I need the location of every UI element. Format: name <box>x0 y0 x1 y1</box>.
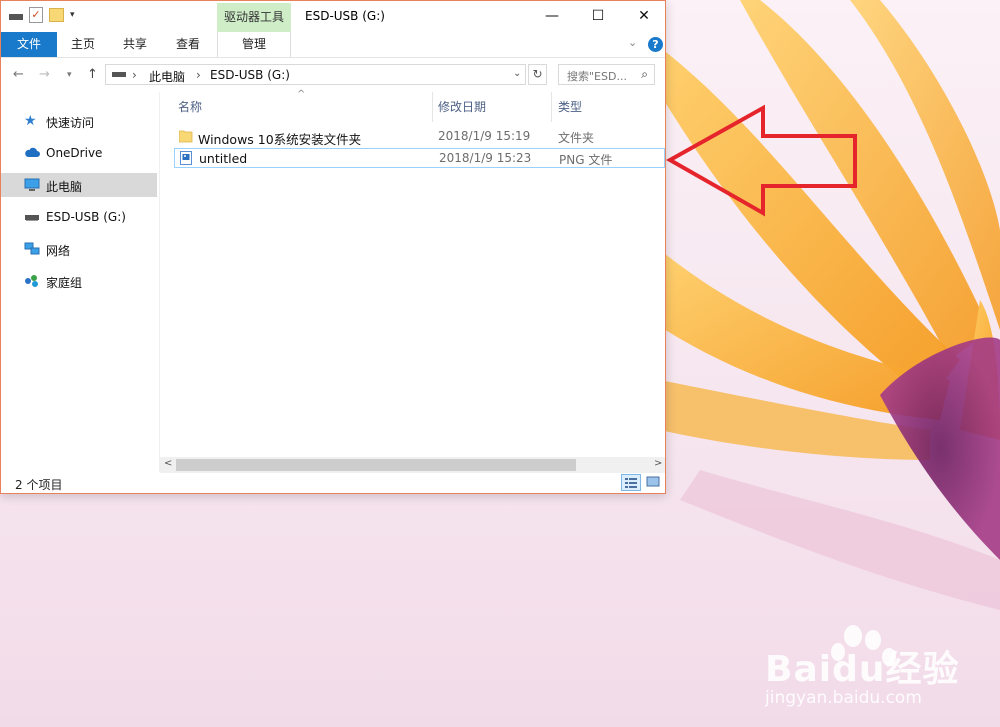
minimize-button[interactable]: — <box>529 1 575 32</box>
file-row-folder[interactable]: Windows 10系统安装文件夹 2018/1/9 15:19 文件夹 <box>174 127 665 147</box>
sidebar-item-label: 快速访问 <box>46 116 95 130</box>
new-folder-icon[interactable] <box>49 8 64 22</box>
tab-manage[interactable]: 管理 <box>217 32 291 57</box>
up-arrow-icon[interactable]: ↑ <box>87 67 98 82</box>
address-history-chevron-icon[interactable]: ⌄ <box>513 68 521 79</box>
file-row-png[interactable]: untitled 2018/1/9 15:23 PNG 文件 <box>174 148 665 168</box>
maximize-button[interactable]: ☐ <box>575 1 621 32</box>
star-icon: ★ <box>24 113 37 129</box>
column-header-type[interactable]: 类型 <box>558 92 582 122</box>
navigation-pane: ★ 快速访问 OneDrive 此电脑 ESD-USB (G:) 网络 家庭组 <box>1 92 160 472</box>
sort-ascending-icon: ^ <box>297 89 306 100</box>
item-count: 2 个项目 <box>15 478 63 492</box>
breadcrumb-separator-icon: › <box>132 68 137 82</box>
file-name: untitled <box>199 151 248 166</box>
file-name: Windows 10系统安装文件夹 <box>198 132 362 147</box>
sidebar-item-label: ESD-USB (G:) <box>46 210 126 224</box>
explorer-window: ✓ ▾ 驱动器工具 ESD-USB (G:) — ☐ ✕ 文件 主页 共享 查看… <box>0 0 666 494</box>
sidebar-item-esd-usb[interactable]: ESD-USB (G:) <box>1 205 157 229</box>
breadcrumb-this-pc[interactable]: 此电脑 <box>149 68 185 85</box>
drive-icon[interactable] <box>9 14 23 20</box>
horizontal-scrollbar[interactable]: < > <box>160 457 665 473</box>
column-header-name[interactable]: 名称 <box>178 92 202 122</box>
folder-icon <box>178 129 193 144</box>
computer-icon <box>24 178 40 192</box>
sidebar-item-label: 家庭组 <box>46 276 83 290</box>
network-icon <box>24 242 40 256</box>
breadcrumb-separator-icon: › <box>196 68 201 82</box>
large-icons-view-button[interactable] <box>644 474 664 491</box>
tab-file[interactable]: 文件 <box>1 32 57 57</box>
file-list-view: ^ 名称 修改日期 类型 Windows 10系统安装文件夹 2018/1/9 … <box>160 89 665 457</box>
search-icon: ⌕ <box>641 67 648 81</box>
baidu-watermark: Baidu经验 jingyan.baidu.com <box>765 640 960 708</box>
window-title: ESD-USB (G:) <box>305 9 385 23</box>
sidebar-item-quick-access[interactable]: ★ 快速访问 <box>1 109 157 133</box>
scroll-left-arrow-icon[interactable]: < <box>164 458 172 469</box>
customize-dropdown-icon[interactable]: ▾ <box>70 10 75 20</box>
cloud-icon <box>24 146 40 160</box>
title-bar: ✓ ▾ 驱动器工具 ESD-USB (G:) — ☐ ✕ <box>1 1 665 32</box>
ribbon-tabs: 文件 主页 共享 查看 管理 ⌄ ? <box>1 32 665 58</box>
sidebar-item-label: 此电脑 <box>46 180 83 194</box>
forward-arrow-icon[interactable]: → <box>39 67 50 82</box>
usb-drive-icon <box>24 210 40 224</box>
column-divider[interactable] <box>551 92 552 122</box>
status-bar: 2 个项目 <box>1 473 665 493</box>
help-button[interactable]: ? <box>648 37 663 52</box>
search-placeholder: 搜索"ESD... <box>567 70 627 83</box>
drive-icon <box>112 72 126 77</box>
sidebar-item-network[interactable]: 网络 <box>1 237 157 261</box>
column-header-date-modified[interactable]: 修改日期 <box>438 92 486 122</box>
homegroup-icon <box>24 274 40 288</box>
close-button[interactable]: ✕ <box>621 1 667 32</box>
tab-home[interactable]: 主页 <box>61 32 105 57</box>
ribbon-expand-chevron-icon[interactable]: ⌄ <box>628 36 637 49</box>
sidebar-item-onedrive[interactable]: OneDrive <box>1 141 157 165</box>
file-date-modified: 2018/1/9 15:23 <box>439 151 532 165</box>
file-date-modified: 2018/1/9 15:19 <box>438 129 531 143</box>
recent-locations-dropdown-icon[interactable]: ▾ <box>67 70 72 80</box>
file-type: PNG 文件 <box>559 153 613 167</box>
back-arrow-icon[interactable]: ← <box>13 67 24 82</box>
png-file-icon <box>180 151 193 166</box>
properties-check-icon[interactable]: ✓ <box>29 7 43 23</box>
file-type: 文件夹 <box>558 131 595 145</box>
quick-access-toolbar: ✓ ▾ <box>9 7 75 23</box>
sidebar-item-this-pc[interactable]: 此电脑 <box>1 173 157 197</box>
sidebar-item-label: 网络 <box>46 244 71 258</box>
scroll-right-arrow-icon[interactable]: > <box>654 458 662 469</box>
tab-share[interactable]: 共享 <box>113 32 157 57</box>
details-view-icon <box>625 478 637 488</box>
watermark-brand: Baidu经验 <box>765 649 960 690</box>
watermark-url: jingyan.baidu.com <box>765 688 922 708</box>
scrollbar-thumb[interactable] <box>176 459 576 471</box>
sidebar-item-label: OneDrive <box>46 146 103 160</box>
column-divider[interactable] <box>432 92 433 122</box>
refresh-button[interactable]: ↻ <box>528 64 547 85</box>
large-icons-view-icon <box>646 476 660 487</box>
tab-view[interactable]: 查看 <box>166 32 210 57</box>
details-view-button[interactable] <box>621 474 641 491</box>
breadcrumb-drive[interactable]: ESD-USB (G:) <box>210 68 290 82</box>
navigation-bar: ← → ▾ ↑ › 此电脑 › ESD-USB (G:) ⌄ ↻ 搜索"ESD.… <box>1 58 665 91</box>
address-bar[interactable]: › 此电脑 › ESD-USB (G:) ⌄ <box>105 64 526 85</box>
drive-tools-context-label: 驱动器工具 <box>217 3 291 32</box>
search-input[interactable]: 搜索"ESD... ⌕ <box>558 64 655 85</box>
sidebar-item-homegroup[interactable]: 家庭组 <box>1 269 157 293</box>
